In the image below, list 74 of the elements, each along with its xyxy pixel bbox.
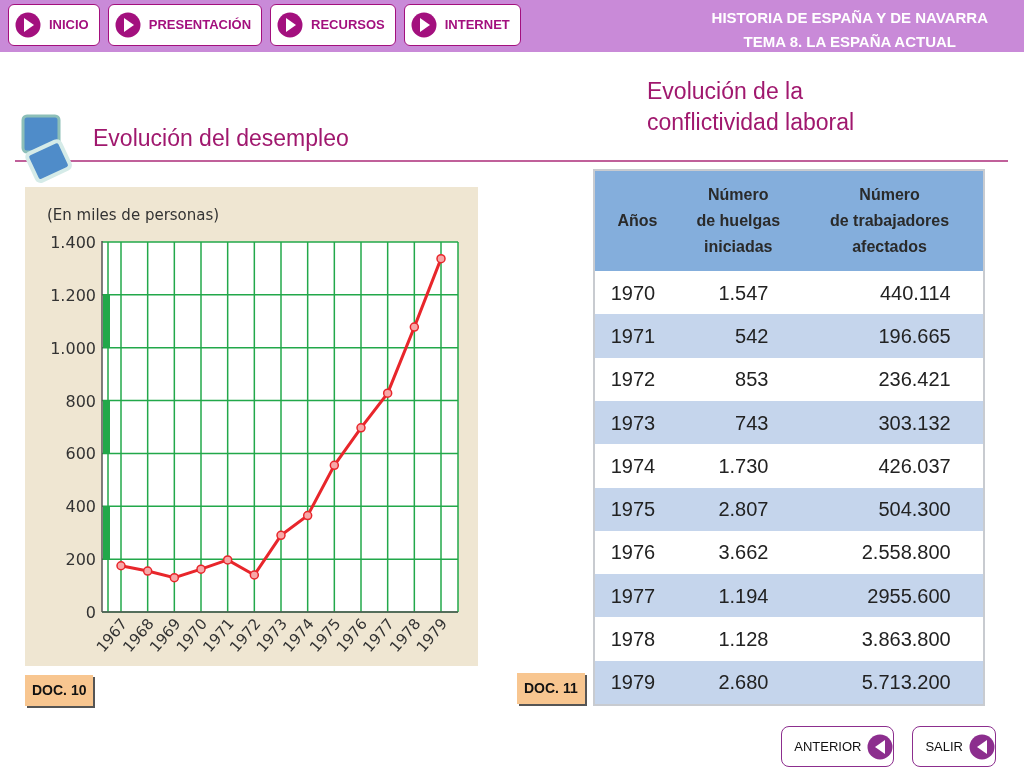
data-point bbox=[142, 566, 153, 576]
table-cell-text: 196.665 bbox=[878, 323, 951, 349]
axis-tick-label: 800 bbox=[65, 391, 96, 411]
table-cell-text: 440.114 bbox=[879, 280, 951, 306]
table-cell-text: 303.132 bbox=[878, 410, 951, 436]
play-icon bbox=[15, 12, 41, 38]
table-cell-text: 1.547 bbox=[718, 280, 769, 306]
table-cell-text: 1.194 bbox=[718, 583, 769, 609]
column-header: Años bbox=[616, 211, 659, 232]
data-point bbox=[249, 570, 260, 580]
table-cell-text: 853 bbox=[735, 367, 769, 393]
play-icon bbox=[410, 12, 437, 38]
table-cell-text: 1.730 bbox=[718, 453, 769, 479]
nav-button[interactable]: PRESENTACIÓN bbox=[107, 4, 263, 46]
table-cell-text: 2955.600 bbox=[867, 583, 951, 609]
axis-tick-label: 400 bbox=[65, 497, 96, 517]
axis-label: (En miles de personas) bbox=[47, 206, 220, 224]
footer-button[interactable]: SALIR bbox=[912, 726, 996, 767]
table-cell: 1971 bbox=[610, 324, 656, 347]
header-title: TEMA 8. LA ESPAÑA ACTUAL bbox=[742, 32, 958, 52]
data-point bbox=[169, 572, 180, 583]
data-point bbox=[409, 322, 420, 332]
table-cell-text: 236.421 bbox=[878, 367, 951, 393]
nav-button[interactable]: INICIO bbox=[8, 4, 100, 46]
table-cell-text: 1.128 bbox=[718, 627, 769, 653]
data-point bbox=[276, 530, 286, 541]
table-cell: 1976 bbox=[610, 541, 656, 564]
data-point bbox=[222, 555, 233, 565]
nav-button[interactable]: INTERNET bbox=[403, 4, 521, 46]
section-title: Evolución de la conflictividad laboral bbox=[647, 77, 855, 137]
table-cell-text: 2.680 bbox=[718, 670, 769, 696]
table-cell-text: 3.662 bbox=[718, 540, 769, 566]
axis-tick-label: 1.200 bbox=[50, 285, 96, 305]
section-title: Evolución del desempleo bbox=[93, 124, 349, 153]
table-cell: 1979 bbox=[610, 671, 656, 694]
play-icon bbox=[867, 733, 894, 760]
header-title: HISTORIA DE ESPAÑA Y DE NAVARRA bbox=[711, 8, 988, 28]
table-cell-text: 504.300 bbox=[878, 497, 951, 523]
axis-tick-label: 0 bbox=[85, 603, 96, 622]
table-cell-text: 2.807 bbox=[718, 497, 769, 523]
axis-tick-label: 1.000 bbox=[50, 338, 96, 358]
data-point bbox=[382, 388, 393, 398]
axis-tick-label: 600 bbox=[65, 444, 96, 464]
play-icon bbox=[277, 12, 304, 38]
table-cell-text: 5.713.200 bbox=[861, 670, 951, 696]
nav-button[interactable]: RECURSOS bbox=[270, 4, 396, 46]
doc-label: DOC. 10 bbox=[25, 675, 94, 706]
data-point bbox=[196, 564, 206, 574]
table-cell: 1970 bbox=[610, 281, 656, 304]
play-icon bbox=[114, 12, 141, 38]
table-cell: 1972 bbox=[610, 368, 656, 391]
play-icon bbox=[969, 733, 995, 760]
data-point bbox=[436, 253, 446, 264]
table-cell-text: 3.863.800 bbox=[861, 627, 951, 653]
table-cell-text: 743 bbox=[735, 410, 769, 436]
table-cell-text: 426.037 bbox=[878, 453, 951, 479]
table-cell: 1975 bbox=[610, 498, 656, 521]
table-cell: 1973 bbox=[610, 411, 656, 434]
table-cell: 1974 bbox=[610, 454, 656, 477]
column-header: Número de huelgas iniciadas bbox=[695, 185, 782, 258]
table-cell-text: 2.558.800 bbox=[861, 540, 951, 566]
axis-tick-label: 1.400 bbox=[50, 233, 96, 252]
data-point bbox=[116, 561, 126, 571]
axis-tick-label: 200 bbox=[65, 550, 96, 570]
table-cell: 1977 bbox=[610, 584, 656, 607]
data-point bbox=[302, 510, 313, 521]
data-point bbox=[356, 423, 366, 433]
data-point bbox=[329, 460, 340, 471]
table-cell: 1978 bbox=[610, 628, 656, 651]
doc-label: DOC. 11 bbox=[517, 673, 585, 704]
column-header: Número de trabajadores afectados bbox=[829, 185, 951, 258]
table-cell-text: 542 bbox=[735, 323, 769, 349]
slides-icon bbox=[21, 114, 73, 186]
footer-button[interactable]: ANTERIOR bbox=[781, 726, 895, 767]
